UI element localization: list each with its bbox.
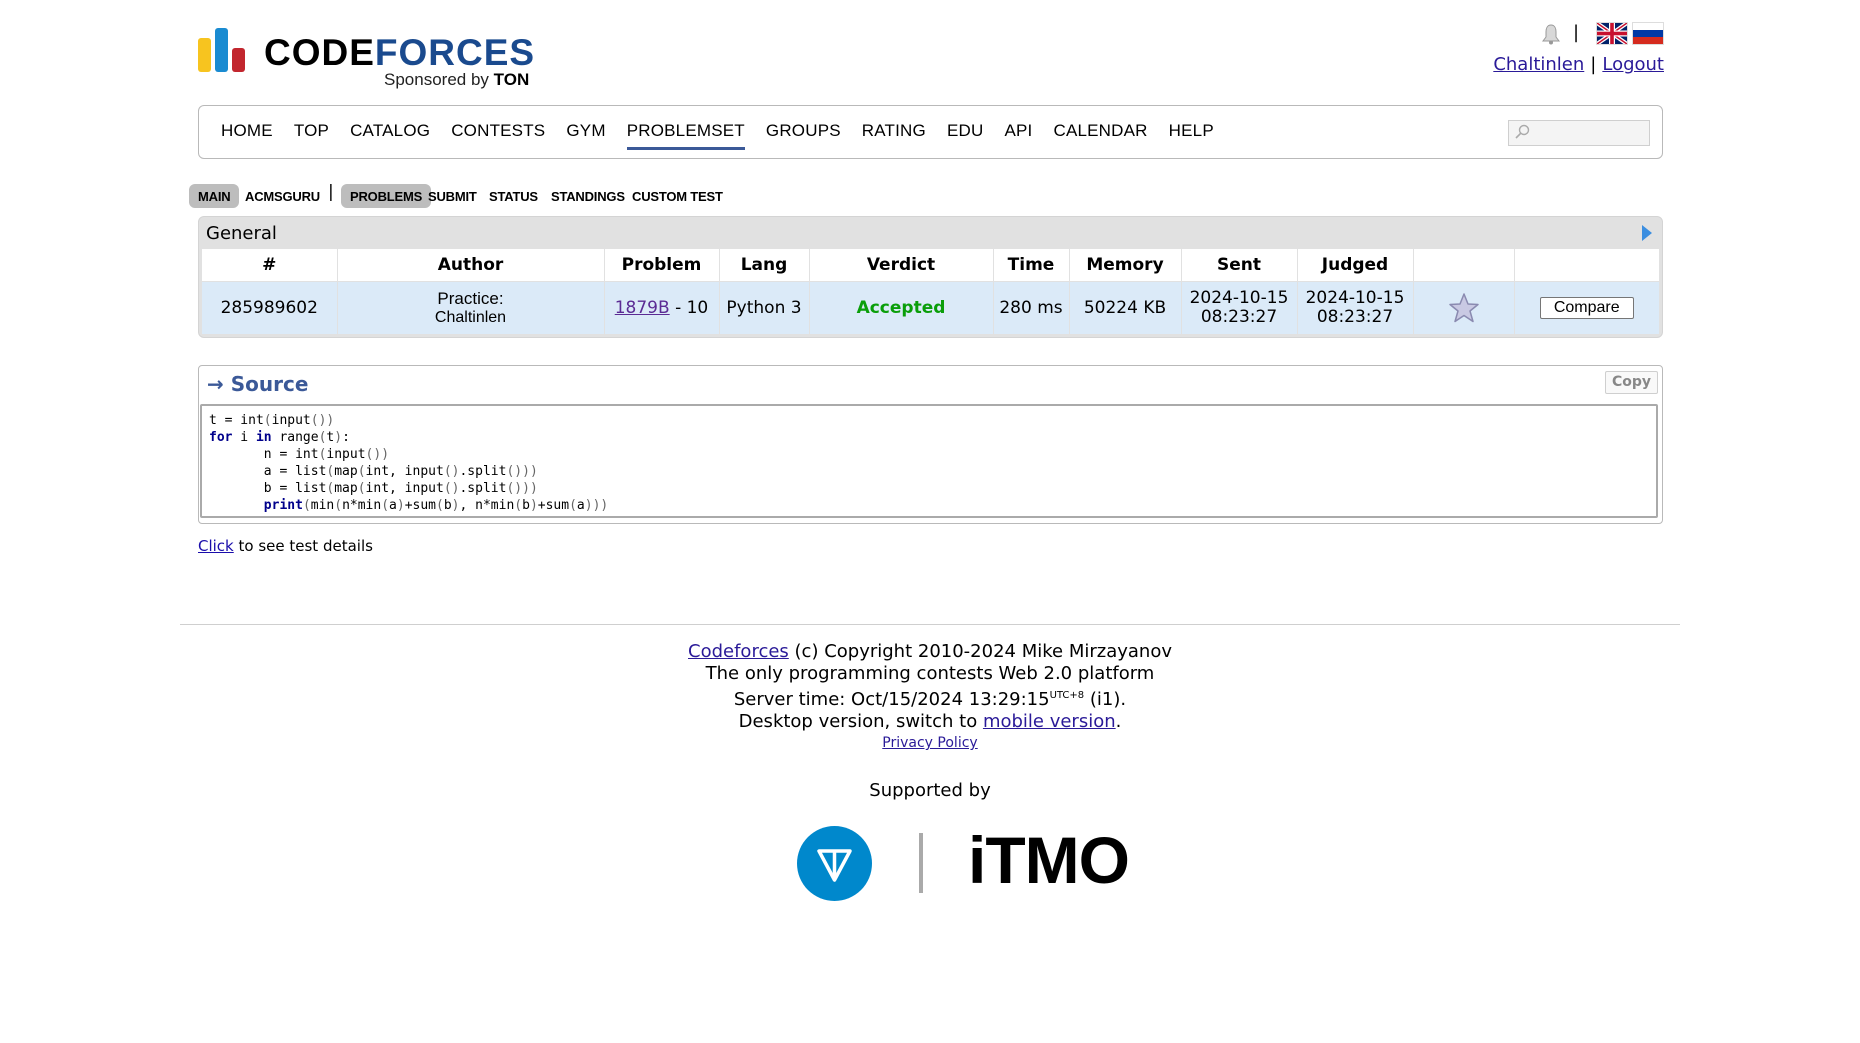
codeforces-logo[interactable]: CODEFORCES Sponsored by TON [198, 28, 543, 92]
code-line: a = list(map(int, input().split())) [209, 464, 538, 479]
logo-divider [919, 833, 923, 893]
submenu-submit[interactable]: SUBMIT [419, 184, 486, 208]
expand-arrow-icon[interactable] [1642, 225, 1652, 241]
logo-wordmark: CODEFORCES [264, 32, 536, 73]
ru-flag-icon[interactable] [1632, 22, 1664, 45]
menu-item-top[interactable]: TOP [294, 121, 329, 147]
test-details-link[interactable]: Click [198, 537, 234, 555]
server-time: Server time: Oct/15/2024 13:29:15UTC+8 (… [733, 689, 1127, 710]
menu-item-calendar[interactable]: CALENDAR [1053, 121, 1147, 147]
code-line: n = int(input()) [209, 447, 390, 462]
sent-cell: 2024-10-15 08:23:27 [1181, 281, 1298, 334]
privacy-policy-link[interactable]: Privacy Policy [882, 735, 977, 751]
memory-cell: 50224 KB [1069, 281, 1182, 334]
submenu-separator: | [328, 182, 334, 202]
compare-cell: Compare [1514, 281, 1659, 334]
main-menu-list: HOME TOP CATALOG CONTESTS GYM PROBLEMSET GROUP… [221, 121, 1235, 150]
header-separator: | [1573, 22, 1580, 43]
col-header-id: # [202, 249, 338, 282]
footer: Codeforces (c) Copyright 2010-2024 Mike … [0, 641, 1860, 753]
submenu-main[interactable]: MAIN [189, 184, 240, 208]
footer-tagline: The only programming contests Web 2.0 pl… [705, 663, 1155, 684]
submenu-acmsguru[interactable]: ACMSGURU [236, 184, 329, 208]
star-icon[interactable] [1448, 292, 1480, 324]
judged-cell: 2024-10-15 08:23:27 [1297, 281, 1414, 334]
footer-divider [180, 624, 1680, 625]
author-name[interactable]: Chaltinlen [338, 308, 604, 327]
logout-link[interactable]: Logout [1602, 54, 1664, 75]
submission-status-table: General # Author Problem Lang Verdict Ti… [198, 216, 1663, 338]
problem-cell: 1879B - 10 [604, 281, 720, 334]
col-header-compare [1514, 249, 1659, 282]
col-header-sent: Sent [1181, 249, 1298, 282]
menu-item-groups[interactable]: GROUPS [766, 121, 841, 147]
copy-button[interactable]: Copy [1604, 371, 1658, 394]
notification-bell-icon[interactable] [1540, 23, 1562, 45]
source-box: → Source Copy t = int(input()) for i in r… [198, 365, 1663, 524]
compare-button[interactable]: Compare [1539, 297, 1634, 319]
code-line: b = list(map(int, input().split())) [209, 481, 538, 496]
itmo-logo[interactable]: iTMO [968, 822, 1130, 898]
time-cell: 280 ms [993, 281, 1070, 334]
mobile-version-link[interactable]: mobile version [983, 711, 1116, 732]
status-table: # Author Problem Lang Verdict Time Memor… [202, 249, 1659, 334]
table-row: 285989602 Practice: Chaltinlen 1879B - 10… [202, 281, 1659, 334]
table-title: General [206, 223, 277, 244]
col-header-verdict: Verdict [809, 249, 994, 282]
col-header-judged: Judged [1297, 249, 1414, 282]
submenu-status[interactable]: STATUS [480, 184, 547, 208]
lang-cell: Python 3 [719, 281, 810, 334]
menu-item-gym[interactable]: GYM [566, 121, 605, 147]
supported-by-label: Supported by [869, 780, 991, 801]
menu-item-edu[interactable]: EDU [947, 121, 984, 147]
col-header-time: Time [993, 249, 1070, 282]
author-cell: Practice: Chaltinlen [337, 281, 605, 334]
submission-id[interactable]: 285989602 [202, 281, 338, 334]
problem-link[interactable]: 1879B [615, 298, 670, 318]
codeforces-page: CODEFORCES Sponsored by TON | Chaltinlen… [0, 0, 1860, 1043]
table-header-row: # Author Problem Lang Verdict Time Memor… [202, 249, 1659, 282]
submenu-standings[interactable]: STANDINGS [542, 184, 634, 208]
menu-item-help[interactable]: HELP [1169, 121, 1214, 147]
header-user-area: | Chaltinlen | Logout [1493, 20, 1664, 80]
col-header-lang: Lang [719, 249, 810, 282]
code-line: print(min(n*min(a)+sum(b), n*min(b)+sum(… [263, 498, 609, 513]
profile-link[interactable]: Chaltinlen [1493, 54, 1584, 75]
menu-item-api[interactable]: API [1004, 121, 1032, 147]
author-practice: Practice: [437, 289, 504, 308]
test-details-line: Click to see test details [198, 537, 373, 555]
col-header-memory: Memory [1069, 249, 1182, 282]
footer-codeforces-link[interactable]: Codeforces [688, 641, 789, 662]
sponsor-line: Sponsored by TON [384, 70, 530, 89]
favorite-cell [1413, 281, 1515, 334]
menu-item-contests[interactable]: CONTESTS [451, 121, 545, 147]
menu-item-home[interactable]: HOME [221, 121, 273, 147]
verdict-accepted: Accepted [856, 298, 946, 318]
col-header-problem: Problem [604, 249, 720, 282]
submenu-problems[interactable]: PROBLEMS [341, 184, 432, 208]
ton-logo-icon[interactable] [797, 826, 872, 901]
main-menu: HOME TOP CATALOG CONTESTS GYM PROBLEMSET GROUP… [198, 105, 1663, 159]
code-line: for i in range(t): [209, 430, 350, 445]
col-header-author: Author [337, 249, 605, 282]
problem-suffix: - 10 [669, 298, 709, 318]
user-links: Chaltinlen | Logout [1493, 54, 1664, 75]
search-input[interactable] [1508, 120, 1650, 146]
logo-bars-icon [198, 28, 250, 72]
desktop-version-line: Desktop version, switch to mobile versio… [738, 711, 1122, 732]
source-heading: → Source [207, 372, 309, 396]
col-header-favorite [1413, 249, 1515, 282]
search-icon [1515, 124, 1530, 139]
verdict-cell: Accepted [809, 281, 994, 334]
menu-item-rating[interactable]: RATING [862, 121, 926, 147]
menu-item-problemset[interactable]: PROBLEMSET [626, 121, 745, 150]
code-line: t = int(input()) [209, 413, 335, 428]
source-code[interactable]: t = int(input()) for i in range(t): n = i… [200, 404, 1658, 518]
uk-flag-icon[interactable] [1596, 22, 1628, 45]
submenu-custom-test[interactable]: CUSTOM TEST [623, 184, 732, 208]
menu-item-catalog[interactable]: CATALOG [350, 121, 430, 147]
